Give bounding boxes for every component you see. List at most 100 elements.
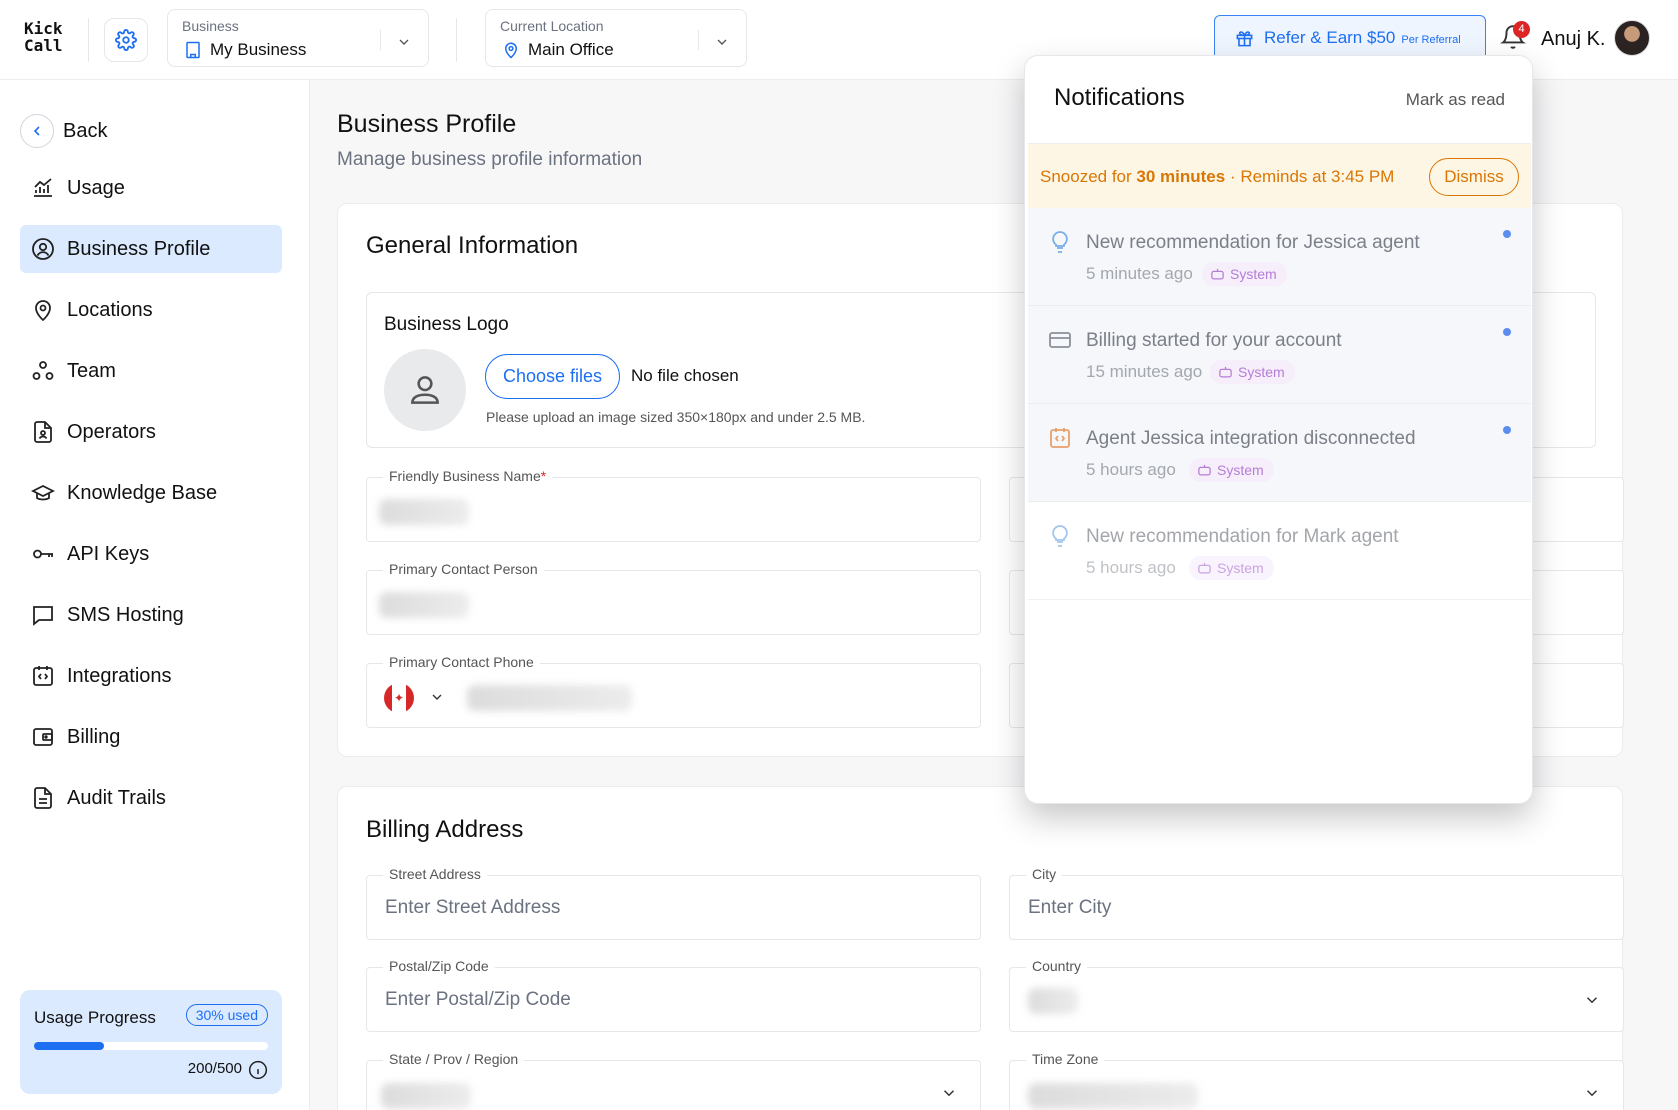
unread-dot [1503,328,1511,336]
system-tag: System [1189,556,1274,580]
usage-count: 200/500 [187,1060,242,1077]
canada-flag-icon[interactable]: ✦ [384,683,414,713]
field-label: State / Prov / Region [383,1051,525,1067]
field-label: Time Zone [1026,1051,1105,1067]
field-label: Primary Contact Phone [383,654,540,670]
info-icon[interactable] [248,1060,268,1080]
sidebar-item-billing[interactable]: Billing [20,713,282,761]
street-address-field[interactable]: Street Address Enter Street Address [366,866,981,940]
sidebar: Back Usage Business Profile Locations Te… [0,80,310,1110]
sidebar-item-label: Locations [67,298,153,321]
sidebar-item-label: Audit Trails [67,786,166,809]
snooze-reminder: · Reminds at 3:45 PM [1225,167,1395,186]
snooze-banner: Snoozed for 30 minutes · Reminds at 3:45… [1028,143,1531,208]
bot-icon [1219,366,1232,377]
sidebar-item-label: SMS Hosting [67,603,184,626]
key-icon [33,549,53,559]
field-label: Street Address [383,866,487,882]
bot-icon [1198,464,1211,475]
dismiss-button[interactable]: Dismiss [1429,158,1519,196]
tag-label: System [1238,364,1285,380]
section-title: General Information [366,232,579,259]
city-placeholder: Enter City [1028,897,1112,918]
field-label: Country [1026,958,1088,974]
chevron-down-icon [1586,1090,1598,1097]
user-name[interactable]: Anuj K. [1541,28,1605,51]
sidebar-item-integrations[interactable]: Integrations [20,652,282,700]
map-pin-icon [504,42,518,59]
choose-files-button[interactable]: Choose files [485,354,620,399]
graduation-cap-icon [31,484,55,501]
file-user-icon [34,421,52,443]
snooze-text: Snoozed for 30 minutes · Reminds at 3:45… [1040,167,1394,187]
sidebar-item-label: Integrations [67,664,172,687]
sidebar-item-knowledge-base[interactable]: Knowledge Base [20,469,282,517]
notifications-title: Notifications [1054,84,1185,111]
divider [456,18,457,62]
snooze-duration: 30 minutes [1136,167,1226,186]
system-tag: System [1210,360,1295,384]
divider [380,30,381,50]
sidebar-item-api-keys[interactable]: API Keys [20,530,282,578]
notification-item[interactable]: Billing started for your account 15 minu… [1028,306,1531,404]
time-zone-select[interactable]: Time Zone [1009,1051,1624,1110]
notification-item[interactable]: New recommendation for Jessica agent 5 m… [1028,208,1531,306]
redacted-value [379,499,469,525]
notifications-panel: Notifications Mark as read Snoozed for 3… [1024,55,1533,804]
chart-icon [34,178,52,197]
bot-icon [1198,562,1211,573]
sidebar-item-team[interactable]: Team [20,347,282,395]
section-title: Billing Address [366,816,524,843]
file-status: No file chosen [631,366,739,385]
friendly-business-name-field[interactable]: Friendly Business Name* [366,468,981,542]
building-icon [186,41,200,59]
primary-contact-person-field[interactable]: Primary Contact Person [366,561,981,635]
city-field[interactable]: City Enter City [1009,866,1624,940]
sidebar-item-sms-hosting[interactable]: SMS Hosting [20,591,282,639]
field-label: Friendly Business Name* [383,468,553,484]
sidebar-item-audit-trails[interactable]: Audit Trails [20,774,282,822]
logo-placeholder [384,349,466,431]
primary-contact-phone-field[interactable]: Primary Contact Phone ✦ [366,654,981,728]
notification-item[interactable]: New recommendation for Mark agent 5 hour… [1028,502,1531,600]
state-region-select[interactable]: State / Prov / Region [366,1051,981,1110]
gear-icon [115,29,137,51]
field-label: City [1026,866,1063,882]
postal-code-field[interactable]: Postal/Zip Code Enter Postal/Zip Code [366,958,981,1032]
notification-count-badge: 4 [1513,21,1530,38]
mark-as-read-button[interactable]: Mark as read [1406,90,1505,110]
sidebar-item-operators[interactable]: Operators [20,408,282,456]
page-title: Business Profile [337,110,517,138]
lightbulb-icon [1052,231,1068,253]
business-logo-title: Business Logo [384,314,509,335]
sidebar-item-locations[interactable]: Locations [20,286,282,334]
snooze-prefix: Snoozed for [1040,167,1137,186]
map-pin-icon [35,300,51,322]
divider [698,30,699,50]
settings-button[interactable] [104,18,148,62]
kickcall-logo[interactable]: Kick Call [24,20,63,54]
back-button[interactable]: Back [20,114,107,148]
back-circle [20,114,54,148]
location-selector[interactable]: Current Location Main Office [485,9,747,67]
notification-time: 5 hours ago [1086,558,1176,577]
business-selector[interactable]: Business My Business [167,9,429,67]
country-select[interactable]: Country [1009,958,1624,1032]
tag-label: System [1217,462,1264,478]
usage-progress-track [34,1042,268,1050]
usage-badge: 30% used [185,1004,268,1026]
sidebar-item-usage[interactable]: Usage [20,164,282,212]
notification-time: 5 hours ago [1086,460,1176,479]
chevron-down-icon[interactable] [429,689,445,705]
notification-item[interactable]: Agent Jessica integration disconnected 5… [1028,404,1531,502]
notification-time: 15 minutes ago [1086,362,1203,381]
avatar[interactable] [1614,20,1650,56]
sidebar-item-business-profile[interactable]: Business Profile [20,225,282,273]
usage-progress-card: Usage Progress 30% used 200/500 [20,990,282,1094]
wallet-icon [33,728,53,746]
gift-icon [1236,30,1253,46]
team-icon [32,361,54,380]
usage-progress-fill [34,1042,105,1050]
sidebar-item-label: Usage [67,176,125,199]
field-label: Primary Contact Person [383,561,544,577]
